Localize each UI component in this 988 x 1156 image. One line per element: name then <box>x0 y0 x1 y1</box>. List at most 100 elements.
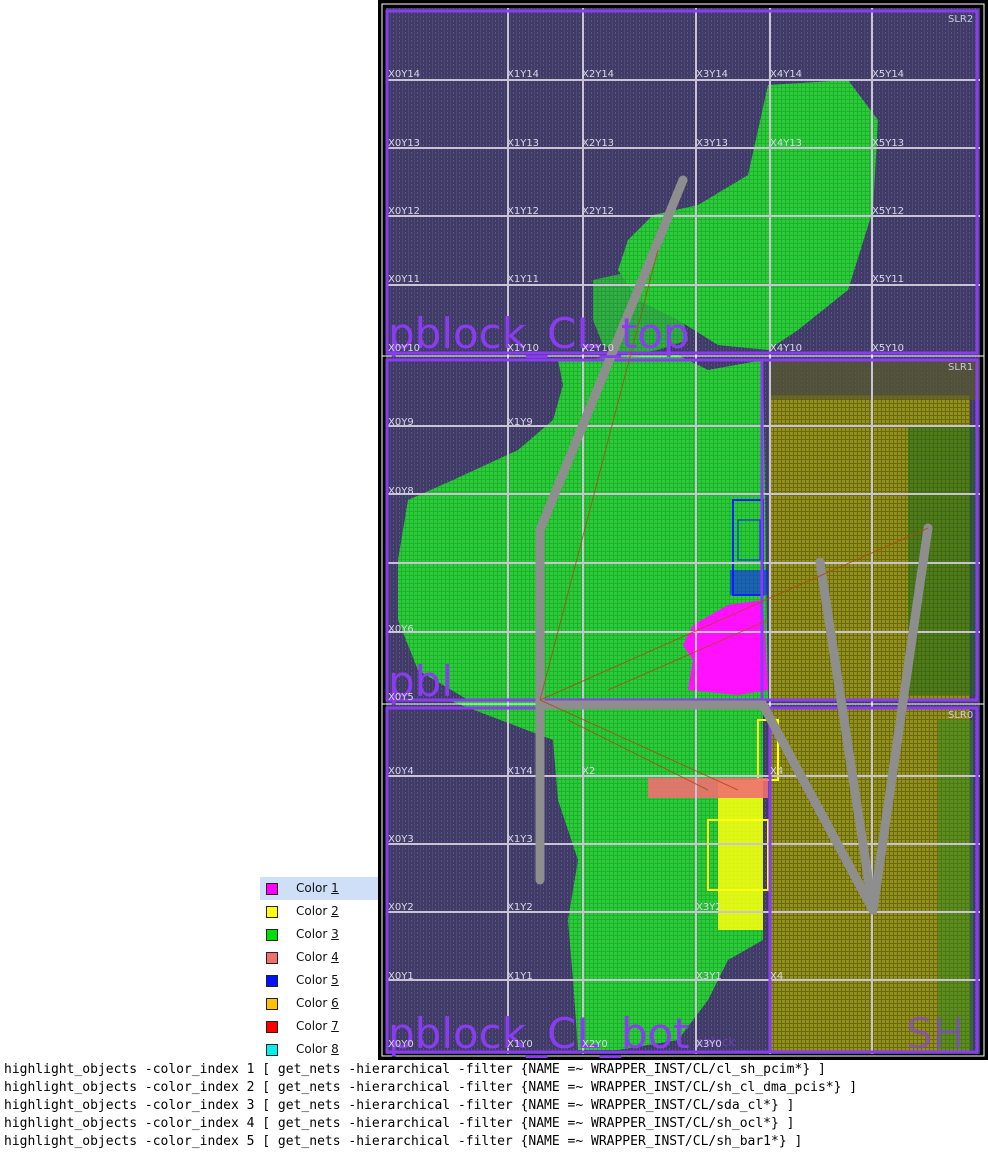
highlight-color-menu: Color 1 Color 2 Color 3 Color 4 Color 5 Color… <box>260 876 378 1060</box>
clock-region-label: X1Y0 <box>507 1039 533 1050</box>
color-menu-label-prefix: Color <box>296 927 332 941</box>
pblock-label-right: SH <box>906 1009 964 1058</box>
color-menu-label-prefix: Color <box>296 973 332 987</box>
color-swatch-icon <box>266 906 278 918</box>
clock-region-label: X0Y4 <box>388 766 414 777</box>
color-menu-item-8[interactable]: Color 8 <box>260 1038 378 1061</box>
clock-region-label: X1Y10 <box>507 343 539 354</box>
color-menu-label: Color 6 <box>296 996 339 1010</box>
clock-region-label: X0Y1 <box>388 971 414 982</box>
color-menu-item-1[interactable]: Color 1 <box>260 877 378 900</box>
clock-region-label: X2Y14 <box>582 69 614 80</box>
clock-region-label: X0Y3 <box>388 834 414 845</box>
console-line: highlight_objects -color_index 2 [ get_n… <box>4 1080 858 1095</box>
color-swatch-icon <box>266 975 278 987</box>
device-view-canvas[interactable]: SLR2 SLR1 SLR0 pblock_CL_top pbl pblock_… <box>378 0 988 1060</box>
color-menu-label-prefix: Color <box>296 1042 332 1056</box>
clock-region-label: X0Y14 <box>388 69 420 80</box>
color-menu-label: Color 8 <box>296 1042 339 1056</box>
clock-region-label: X0Y0 <box>388 1039 414 1050</box>
clock-region-label: X2Y12 <box>582 206 614 217</box>
color-menu-label-prefix: Color <box>296 1019 332 1033</box>
clock-region-label: X1Y14 <box>507 69 539 80</box>
clock-region-label: X0Y9 <box>388 417 414 428</box>
color-swatch-icon <box>266 1044 278 1056</box>
color-menu-item-6[interactable]: Color 6 <box>260 992 378 1015</box>
clock-region-label: X0Y12 <box>388 206 420 217</box>
clock-region-label: X0Y10 <box>388 343 420 354</box>
tcl-console-output: highlight_objects -color_index 1 [ get_n… <box>0 1060 988 1156</box>
pblock-label-bot: pblock_CL_bot <box>388 1009 690 1058</box>
clock-region-label: X4Y10 <box>770 343 802 354</box>
color-menu-label-number: 3 <box>331 927 339 941</box>
clock-region-label: X1Y9 <box>507 417 533 428</box>
color-swatch-icon <box>266 998 278 1010</box>
clock-region-label: X2Y0 <box>582 1039 608 1050</box>
clock-region-label: X3Y13 <box>696 138 728 149</box>
clock-region-label: X5Y12 <box>872 206 904 217</box>
clock-region-label: X2Y10 <box>582 343 614 354</box>
color-menu-item-5[interactable]: Color 5 <box>260 969 378 992</box>
color-menu-label-prefix: Color <box>296 904 332 918</box>
clock-region-label: X2 <box>582 766 595 777</box>
clock-region-label: X0Y13 <box>388 138 420 149</box>
clock-region-label: X4Y13 <box>770 138 802 149</box>
clock-region-label: X3Y0 <box>696 1039 722 1050</box>
color-menu-label-number: 7 <box>331 1019 339 1033</box>
color-menu-label-number: 6 <box>331 996 339 1010</box>
clock-region-label: X5Y11 <box>872 274 904 285</box>
color-menu-label: Color 7 <box>296 1019 339 1033</box>
color-menu-label-number: 5 <box>331 973 339 987</box>
console-line: highlight_objects -color_index 1 [ get_n… <box>4 1062 826 1077</box>
slr-label-0: SLR0 <box>948 710 973 721</box>
color-menu-label: Color 4 <box>296 950 339 964</box>
console-line: highlight_objects -color_index 4 [ get_n… <box>4 1116 795 1131</box>
slr-label-2: SLR2 <box>948 14 973 25</box>
clock-region-label: X3Y1 <box>696 971 722 982</box>
color-menu-item-2[interactable]: Color 2 <box>260 900 378 923</box>
clock-region-label: X1Y12 <box>507 206 539 217</box>
color-swatch-icon <box>266 929 278 941</box>
color-swatch-icon <box>266 1021 278 1033</box>
clock-region-label: X1Y11 <box>507 274 539 285</box>
clock-region-label: X0Y2 <box>388 902 414 913</box>
clock-region-label: X4Y14 <box>770 69 802 80</box>
color-menu-label-prefix: Color <box>296 881 332 895</box>
clock-region-label: X5Y14 <box>872 69 904 80</box>
color-menu-label-prefix: Color <box>296 950 332 964</box>
clock-region-label: X1Y2 <box>507 902 533 913</box>
clock-region-label: X0Y5 <box>388 692 414 703</box>
clock-region-label: X1Y4 <box>507 766 533 777</box>
color-menu-label: Color 1 <box>296 881 339 895</box>
clock-region-label: X2Y13 <box>582 138 614 149</box>
color-menu-item-7[interactable]: Color 7 <box>260 1015 378 1038</box>
clock-region-label: X0Y8 <box>388 486 414 497</box>
color-swatch-icon <box>266 883 278 895</box>
clock-region-label: X5Y13 <box>872 138 904 149</box>
clock-region-label: X4 <box>770 971 783 982</box>
color-swatch-icon <box>266 952 278 964</box>
color-menu-label: Color 2 <box>296 904 339 918</box>
highlight-color4-salmon <box>648 778 768 798</box>
console-line: highlight_objects -color_index 3 [ get_n… <box>4 1098 795 1113</box>
clock-region-label: X3Y14 <box>696 69 728 80</box>
clock-region-label: X4 <box>770 766 783 777</box>
color-menu-item-3[interactable]: Color 3 <box>260 923 378 946</box>
color-menu-label-number: 2 <box>331 904 339 918</box>
color-menu-item-4[interactable]: Color 4 <box>260 946 378 969</box>
clock-region-label: X5Y10 <box>872 343 904 354</box>
clock-region-label: X1Y13 <box>507 138 539 149</box>
clock-region-label: X0Y6 <box>388 624 414 635</box>
clock-region-label: X1Y1 <box>507 971 533 982</box>
color-menu-label: Color 5 <box>296 973 339 987</box>
color-menu-label-number: 1 <box>331 881 339 895</box>
color-menu-label-prefix: Color <box>296 996 332 1010</box>
clock-region-label: X0Y11 <box>388 274 420 285</box>
color-menu-label-number: 8 <box>331 1042 339 1056</box>
clock-region-label: X1Y3 <box>507 834 533 845</box>
slr-label-1: SLR1 <box>948 362 973 373</box>
color-menu-label-number: 4 <box>331 950 339 964</box>
clock-region-label: X3Y2 <box>696 902 722 913</box>
console-line: highlight_objects -color_index 5 [ get_n… <box>4 1134 803 1149</box>
color-menu-label: Color 3 <box>296 927 339 941</box>
